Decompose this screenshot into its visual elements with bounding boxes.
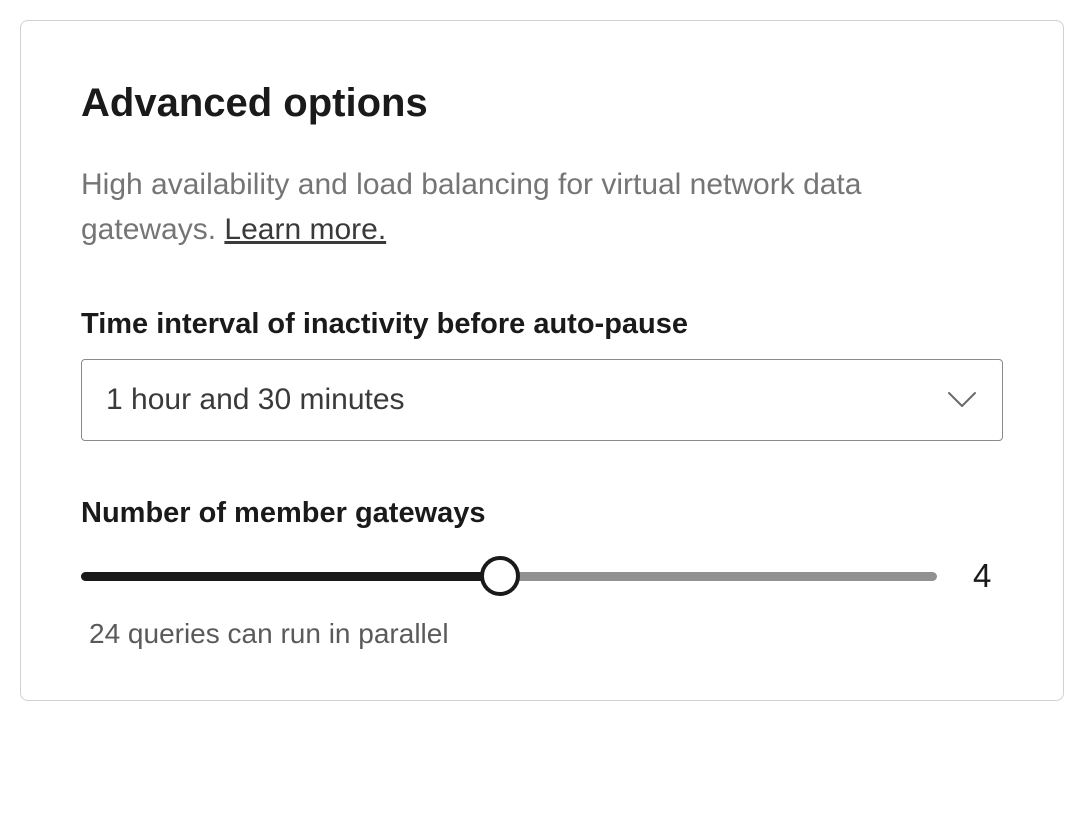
member-gateways-label: Number of member gateways — [81, 497, 1003, 530]
description-text: High availability and load balancing for… — [81, 168, 861, 246]
time-interval-label: Time interval of inactivity before auto-… — [81, 308, 1003, 341]
panel-description: High availability and load balancing for… — [81, 162, 1003, 252]
member-gateways-slider-row: 4 — [81, 554, 1003, 598]
panel-heading: Advanced options — [81, 81, 1003, 126]
learn-more-link[interactable]: Learn more. — [224, 213, 386, 246]
time-interval-value: 1 hour and 30 minutes — [106, 383, 946, 417]
chevron-down-icon — [946, 390, 978, 410]
time-interval-select[interactable]: 1 hour and 30 minutes — [81, 359, 1003, 441]
slider-fill — [81, 572, 500, 581]
slider-thumb[interactable] — [480, 556, 520, 596]
member-gateways-caption: 24 queries can run in parallel — [89, 618, 1003, 650]
member-gateways-slider[interactable] — [81, 554, 937, 598]
member-gateways-value: 4 — [973, 557, 1003, 595]
advanced-options-panel: Advanced options High availability and l… — [20, 20, 1064, 701]
